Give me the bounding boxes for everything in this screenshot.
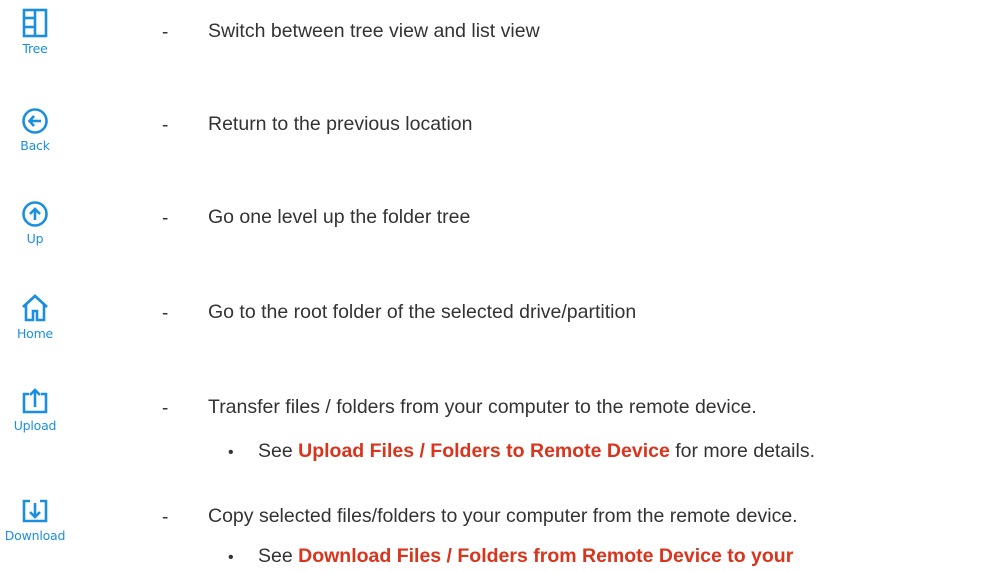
upload-files-link[interactable]: Upload Files / Folders to Remote Device (298, 440, 670, 462)
tree-view-icon (22, 8, 48, 38)
download-description: Copy selected files/folders to your comp… (208, 505, 798, 527)
tree-button[interactable]: Tree (0, 8, 70, 56)
home-description: Go to the root folder of the selected dr… (208, 301, 637, 323)
upload-description: Transfer files / folders from your compu… (208, 396, 757, 418)
back-button[interactable]: Back (0, 107, 70, 153)
bullet: • (228, 549, 234, 566)
see-suffix: for more details. (669, 440, 816, 462)
back-description: Return to the previous location (208, 113, 473, 135)
download-label: Download (4, 528, 66, 543)
home-button[interactable]: Home (0, 293, 70, 341)
dash: - (162, 507, 169, 528)
see-prefix: See (258, 545, 299, 567)
back-arrow-icon (22, 108, 48, 134)
dash: - (162, 303, 169, 324)
dash: - (162, 22, 169, 43)
back-label: Back (20, 138, 50, 153)
download-files-link[interactable]: Download Files / Folders from Remote Dev… (298, 545, 793, 567)
up-description: Go one level up the folder tree (208, 206, 471, 228)
up-arrow-icon (22, 201, 48, 227)
tree-label: Tree (22, 41, 48, 56)
up-label: Up (26, 231, 44, 246)
upload-label: Upload (13, 418, 57, 433)
download-icon (22, 499, 48, 523)
home-icon (22, 294, 48, 322)
upload-icon (22, 388, 48, 414)
see-prefix: See (258, 440, 299, 462)
download-button[interactable]: Download (0, 497, 70, 543)
dash: - (162, 115, 169, 136)
download-see-more: See Download Files / Folders from Remote… (258, 545, 793, 568)
tree-description: Switch between tree view and list view (208, 20, 540, 42)
dash: - (162, 208, 169, 229)
up-button[interactable]: Up (0, 200, 70, 246)
dash: - (162, 398, 169, 419)
home-label: Home (16, 326, 54, 341)
upload-see-more: See Upload Files / Folders to Remote Dev… (258, 440, 815, 463)
bullet: • (228, 444, 234, 461)
upload-button[interactable]: Upload (0, 387, 70, 433)
